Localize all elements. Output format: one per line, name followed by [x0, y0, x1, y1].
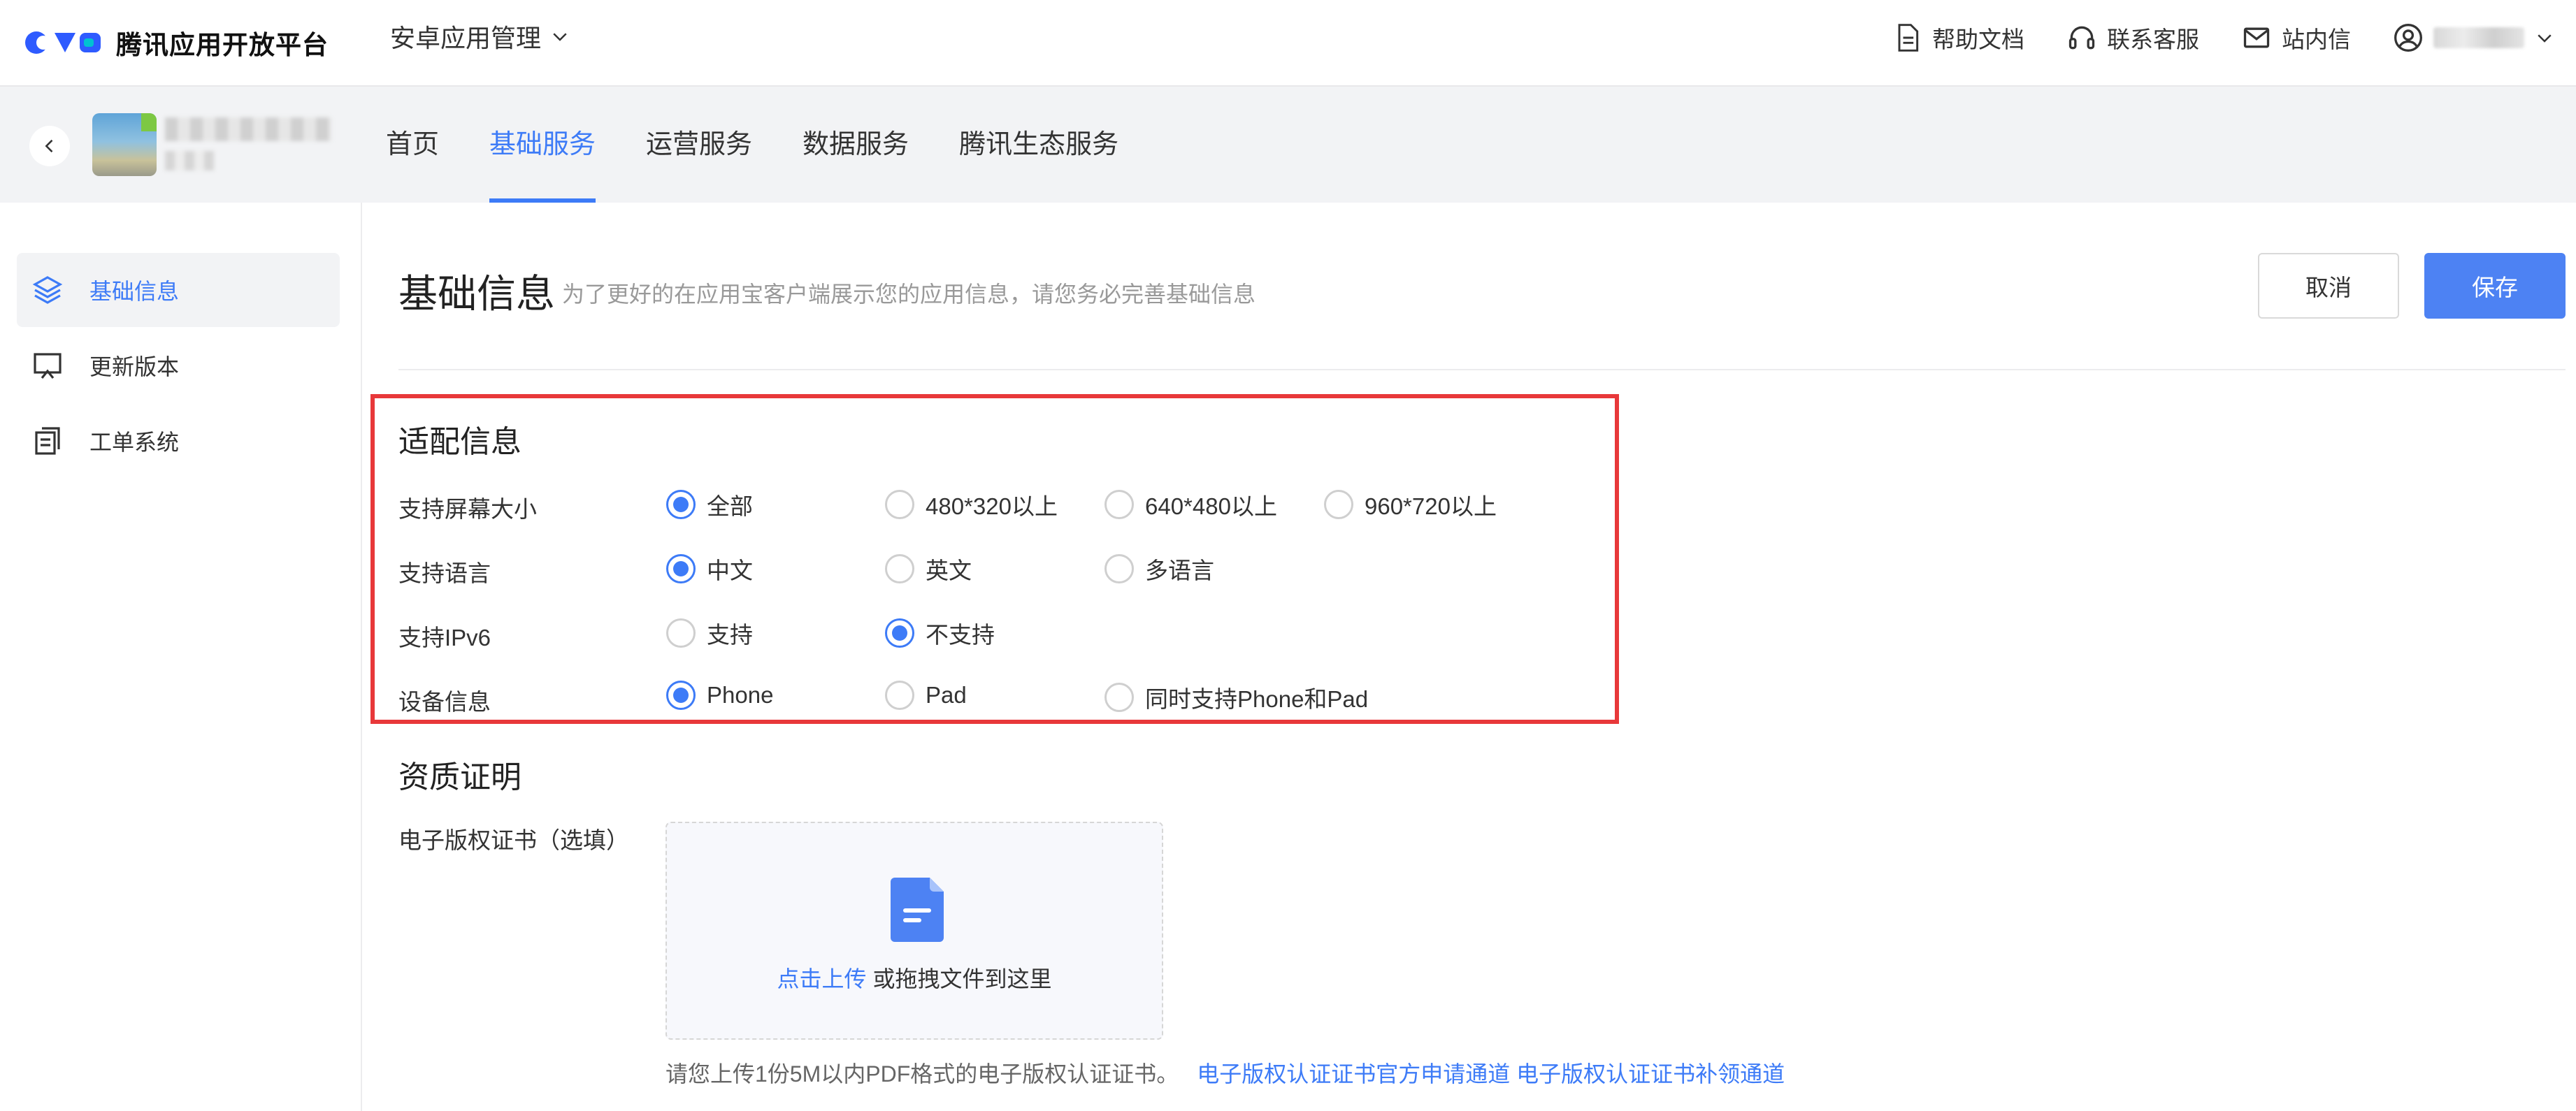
- radio-label: 960*720以上: [1365, 493, 1497, 519]
- user-menu[interactable]: [2393, 22, 2555, 53]
- sidebar-item-label: 工单系统: [89, 430, 180, 455]
- tab-tencent-ecosystem[interactable]: 腾讯生态服务: [934, 87, 1144, 203]
- sidebar-item-basic-info[interactable]: 基础信息: [17, 253, 340, 327]
- radio-circle: [1324, 490, 1353, 519]
- customer-service-link[interactable]: 联系客服: [2066, 21, 2199, 55]
- save-button[interactable]: 保存: [2424, 253, 2566, 319]
- app-subnav: 首页 基础服务 运营服务 数据服务 腾讯生态服务: [0, 87, 2576, 203]
- sidebar-item-label: 更新版本: [89, 354, 180, 379]
- user-name-redacted: [2433, 27, 2524, 48]
- chevron-left-icon: [45, 139, 53, 153]
- language-option-multi[interactable]: 多语言: [1104, 552, 1214, 586]
- chevron-down-icon: [2538, 34, 2552, 43]
- tab-data-services[interactable]: 数据服务: [777, 87, 934, 203]
- screen-size-label: 支持屏幕大小: [398, 496, 537, 522]
- radio-label: 英文: [926, 558, 972, 583]
- tab-operation-services[interactable]: 运营服务: [621, 87, 777, 203]
- screen-option-640[interactable]: 640*480以上: [1104, 488, 1277, 521]
- copyright-upload-dropzone[interactable]: 点击上传 或拖拽文件到这里: [665, 822, 1163, 1040]
- copyright-label: 电子版权证书（选填）: [398, 827, 629, 853]
- page-description: 为了更好的在应用宝客户端展示您的应用信息，请您务必完善基础信息: [562, 282, 1256, 307]
- click-upload-link[interactable]: 点击上传: [777, 966, 867, 992]
- upload-hint: 请您上传1份5M以内PDF格式的电子版权认证证书。 电子版权认证证书官方申请通道…: [665, 1056, 1785, 1089]
- back-button[interactable]: [29, 126, 70, 166]
- customer-service-label: 联系客服: [2107, 27, 2199, 52]
- drag-upload-text: 或拖拽文件到这里: [872, 966, 1052, 992]
- user-avatar-icon: [2394, 24, 2422, 52]
- layers-icon: [32, 276, 63, 304]
- platform-logo[interactable]: 腾讯应用开放平台: [24, 24, 329, 61]
- tab-home[interactable]: 首页: [386, 87, 464, 203]
- headset-icon: [2068, 26, 2095, 50]
- ipv6-option-unsupported[interactable]: 不支持: [885, 616, 995, 650]
- document-icon: [1898, 24, 1919, 52]
- radio-label: 480*320以上: [926, 493, 1058, 519]
- app-type-label: 安卓应用管理: [390, 24, 542, 52]
- cancel-button[interactable]: 取消: [2258, 253, 2399, 319]
- monitor-upload-icon: [34, 353, 62, 379]
- copyright-supplement-link[interactable]: 电子版权认证证书补领通道: [1516, 1061, 1785, 1087]
- sidebar-item-label: 基础信息: [89, 279, 180, 304]
- app-name-redacted: [165, 117, 331, 141]
- chevron-down-icon: [553, 33, 567, 41]
- device-option-both[interactable]: 同时支持Phone和Pad: [1104, 681, 1368, 714]
- radio-circle: [885, 681, 914, 710]
- logo-text: 腾讯应用开放平台: [116, 31, 329, 59]
- radio-circle: [885, 490, 914, 519]
- radio-circle: [666, 554, 696, 583]
- radio-label: Phone: [707, 682, 774, 708]
- app-meta-redacted: [165, 151, 214, 170]
- screen-option-960[interactable]: 960*720以上: [1324, 488, 1497, 521]
- upload-instructions: 点击上传 或拖拽文件到这里: [667, 961, 1162, 994]
- radio-label: 中文: [707, 558, 753, 583]
- header-divider: [398, 369, 2566, 370]
- mail-icon: [2243, 27, 2270, 48]
- screen-option-480[interactable]: 480*320以上: [885, 488, 1058, 521]
- radio-label: 多语言: [1145, 558, 1214, 583]
- radio-label: Pad: [926, 682, 967, 708]
- ipv6-option-supported[interactable]: 支持: [666, 616, 753, 650]
- qualification-section-title: 资质证明: [398, 760, 521, 794]
- app-type-switcher[interactable]: 安卓应用管理: [390, 18, 570, 55]
- language-option-chinese[interactable]: 中文: [666, 552, 753, 586]
- left-sidebar: 基础信息 更新版本 工单系统: [0, 203, 362, 1111]
- copyright-apply-link[interactable]: 电子版权认证证书官方申请通道: [1197, 1061, 1510, 1087]
- radio-circle: [1104, 490, 1134, 519]
- file-upload-icon: [891, 878, 944, 942]
- documents-icon: [35, 427, 60, 455]
- sidebar-item-update-version[interactable]: 更新版本: [17, 328, 340, 402]
- language-label: 支持语言: [398, 560, 491, 586]
- radio-circle: [666, 618, 696, 648]
- radio-label: 支持: [707, 622, 753, 648]
- radio-circle: [1104, 554, 1134, 583]
- device-option-phone[interactable]: Phone: [666, 681, 773, 710]
- top-header: 腾讯应用开放平台 安卓应用管理 帮助文档 联系客服 站内信: [0, 0, 2576, 87]
- app-icon: [92, 113, 157, 176]
- help-docs-label: 帮助文档: [1932, 27, 2024, 52]
- logo-mark-icon: [25, 31, 101, 54]
- radio-circle: [666, 681, 696, 710]
- tab-basic-services[interactable]: 基础服务: [464, 87, 621, 203]
- page-title: 基础信息: [398, 272, 555, 316]
- ipv6-label: 支持IPv6: [398, 625, 491, 651]
- device-option-pad[interactable]: Pad: [885, 681, 967, 710]
- inbox-label: 站内信: [2282, 27, 2351, 52]
- language-option-english[interactable]: 英文: [885, 552, 972, 586]
- adapt-section-title: 适配信息: [398, 425, 521, 459]
- radio-circle: [885, 554, 914, 583]
- upload-hint-text: 请您上传1份5M以内PDF格式的电子版权认证证书。: [665, 1061, 1179, 1087]
- screen-option-all[interactable]: 全部: [666, 488, 753, 521]
- radio-circle: [885, 618, 914, 648]
- highlight-annotation-box: [370, 394, 1619, 724]
- radio-label: 不支持: [926, 622, 995, 648]
- help-docs-link[interactable]: 帮助文档: [1892, 21, 2024, 55]
- radio-circle: [1104, 683, 1134, 712]
- radio-circle: [666, 490, 696, 519]
- radio-label: 全部: [707, 493, 753, 519]
- device-label: 设备信息: [398, 689, 491, 715]
- radio-label: 640*480以上: [1145, 493, 1277, 519]
- radio-label: 同时支持Phone和Pad: [1145, 686, 1369, 712]
- inbox-link[interactable]: 站内信: [2241, 21, 2351, 55]
- sidebar-item-ticket-system[interactable]: 工单系统: [17, 404, 340, 478]
